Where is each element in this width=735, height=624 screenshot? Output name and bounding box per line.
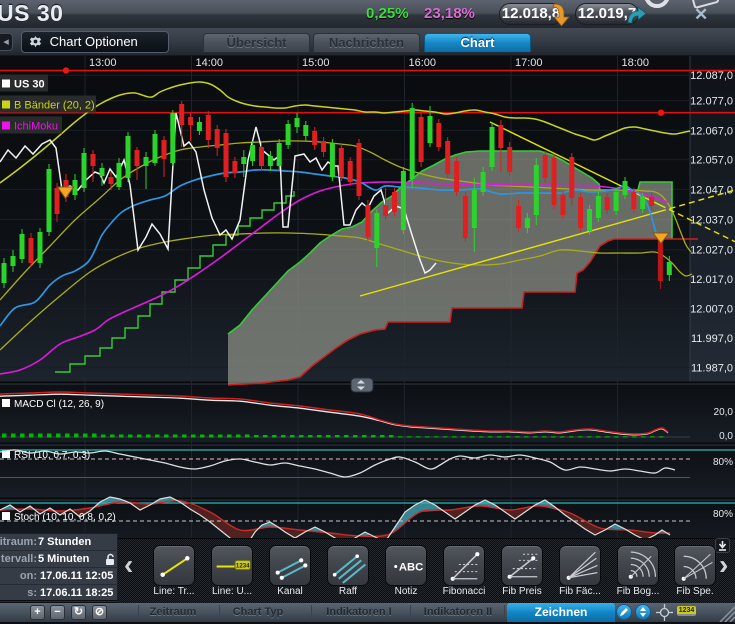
svg-text:20,0: 20,0 xyxy=(714,407,734,418)
svg-text:12.077,0: 12.077,0 xyxy=(690,96,733,108)
svg-text:12.027,0: 12.027,0 xyxy=(690,245,733,257)
svg-text:12.037,0: 12.037,0 xyxy=(690,215,733,227)
svg-text:12.017,0: 12.017,0 xyxy=(690,274,733,286)
svg-text:18:00: 18:00 xyxy=(622,57,650,69)
svg-text:15:00: 15:00 xyxy=(302,57,330,69)
svg-text:1234: 1234 xyxy=(236,563,250,570)
svg-text:B Bänder (20, 2): B Bänder (20, 2) xyxy=(14,100,95,112)
svg-text:16:00: 16:00 xyxy=(409,57,437,69)
svg-text:13:00: 13:00 xyxy=(89,57,117,69)
svg-text:11.987,0: 11.987,0 xyxy=(691,362,733,374)
svg-text:IchiMoku: IchiMoku xyxy=(14,121,58,133)
svg-text:14:00: 14:00 xyxy=(196,57,224,69)
svg-text:12.087,0: 12.087,0 xyxy=(690,70,733,82)
svg-text:US 30: US 30 xyxy=(14,79,45,91)
svg-text:Stoch (10, 10, 0,8, 0,2): Stoch (10, 10, 0,8, 0,2) xyxy=(14,512,116,523)
svg-text:11.997,0: 11.997,0 xyxy=(691,333,733,345)
svg-text:ABC: ABC xyxy=(399,562,423,574)
svg-text:12.007,0: 12.007,0 xyxy=(690,303,733,315)
svg-text:12.067,0: 12.067,0 xyxy=(690,125,733,137)
svg-text:0,0: 0,0 xyxy=(719,431,733,442)
svg-text:12.057,0: 12.057,0 xyxy=(690,155,733,167)
svg-text:17:00: 17:00 xyxy=(515,57,543,69)
svg-text:12.047,0: 12.047,0 xyxy=(690,184,733,196)
svg-text:80%: 80% xyxy=(713,509,733,520)
svg-text:80%: 80% xyxy=(713,457,733,468)
svg-text:MACD Cl (12, 26, 9): MACD Cl (12, 26, 9) xyxy=(14,399,104,410)
